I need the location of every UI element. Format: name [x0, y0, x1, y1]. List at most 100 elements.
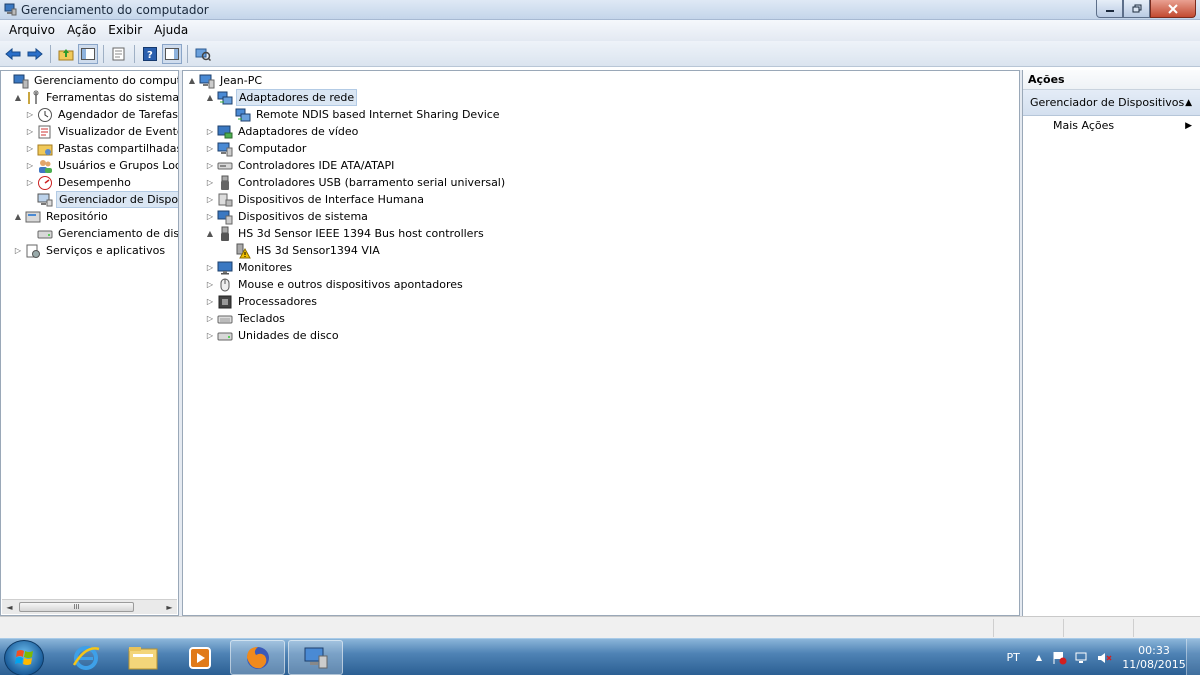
shared-folder-icon [37, 141, 53, 157]
device-node[interactable]: ▲ HS 3d Sensor IEEE 1394 Bus host control… [205, 225, 486, 242]
actions-section-label: Gerenciador de Dispositivos [1030, 96, 1185, 109]
console-tree-node[interactable]: ▷ Pastas compartilhadas [25, 140, 178, 157]
show-hide-action-pane-button[interactable] [162, 43, 182, 64]
shared-folder-icon [37, 144, 53, 155]
scroll-thumb[interactable]: III [19, 602, 134, 612]
start-button[interactable] [4, 640, 44, 675]
expand-arrow-icon[interactable]: ▷ [205, 212, 215, 221]
expand-arrow-icon[interactable]: ▷ [205, 280, 215, 289]
device-node[interactable]: ▷ Dispositivos de Interface Humana [205, 191, 426, 208]
show-desktop-button[interactable] [1186, 639, 1200, 675]
close-button[interactable] [1150, 0, 1196, 18]
up-button[interactable] [56, 44, 76, 64]
console-tree-node[interactable]: Gerenciamento de disco [25, 225, 178, 242]
device-node[interactable]: ▲ Jean-PC [187, 72, 264, 89]
expand-arrow-icon[interactable]: ▷ [205, 263, 215, 272]
console-tree-node[interactable]: Gerenciador de Disposit [25, 191, 178, 208]
device-label: Jean-PC [220, 74, 263, 87]
show-hidden-icons-icon[interactable]: ▲ [1036, 653, 1042, 662]
disk-drive-icon [217, 328, 233, 344]
menu-acao[interactable]: Ação [61, 20, 102, 41]
clock-date: 11/08/2015 [1122, 657, 1186, 671]
monitor-icon [217, 260, 233, 276]
back-button[interactable] [3, 44, 23, 64]
collapse-arrow-icon[interactable]: ▲ [13, 212, 23, 221]
export-list-button[interactable] [109, 44, 129, 64]
device-node[interactable]: ▷ Teclados [205, 310, 287, 327]
expand-arrow-icon[interactable]: ▷ [205, 195, 215, 204]
device-node[interactable]: ▷ Computador [205, 140, 308, 157]
collapse-arrow-icon[interactable]: ▲ [13, 93, 23, 102]
clock[interactable]: 00:33 11/08/2015 [1122, 644, 1186, 672]
expand-arrow-icon[interactable]: ▷ [205, 144, 215, 153]
device-node[interactable]: ▷ Mouse e outros dispositivos apontadores [205, 276, 465, 293]
scroll-left-icon[interactable]: ◄ [2, 600, 17, 614]
device-tree-pane[interactable]: ▲ Jean-PC ▲ Adaptadores de rede Remote NDIS … [182, 70, 1020, 616]
expand-arrow-icon[interactable]: ▷ [205, 127, 215, 136]
console-tree-node[interactable]: ▷ Desempenho [25, 174, 133, 191]
device-node[interactable]: Remote NDIS based Internet Sharing Devic… [223, 106, 502, 123]
expand-arrow-icon[interactable]: ▷ [25, 161, 35, 170]
collapse-arrow-icon[interactable]: ▲ [187, 76, 197, 85]
computer-icon [217, 141, 233, 157]
language-indicator[interactable]: PT [1006, 651, 1019, 664]
console-tree-node[interactable]: ▷ Usuários e Grupos Loca [25, 157, 178, 174]
expand-arrow-icon[interactable]: ▷ [205, 297, 215, 306]
volume-muted-icon[interactable] [1096, 651, 1112, 665]
expand-arrow-icon[interactable]: ▷ [25, 127, 35, 136]
menu-ajuda[interactable]: Ajuda [148, 20, 194, 41]
device-node[interactable]: ▷ Controladores USB (barramento serial un… [205, 174, 507, 191]
taskbar-computer-management[interactable] [288, 640, 343, 675]
warning-device-icon [236, 243, 251, 258]
console-tree-node[interactable]: ▷ Serviços e aplicativos [13, 242, 167, 259]
console-tree-node[interactable]: ▷ Agendador de Tarefas [25, 106, 178, 123]
device-node[interactable]: ▷ Monitores [205, 259, 294, 276]
title-bar[interactable]: Gerenciamento do computador [0, 0, 1200, 20]
device-node[interactable]: ▷ Processadores [205, 293, 319, 310]
expand-arrow-icon[interactable]: ▷ [205, 314, 215, 323]
device-node[interactable]: ▷ Adaptadores de vídeo [205, 123, 360, 140]
menu-exibir[interactable]: Exibir [102, 20, 148, 41]
expand-arrow-icon[interactable]: ▷ [25, 178, 35, 187]
expand-arrow-icon[interactable]: ▷ [205, 331, 215, 340]
forward-button[interactable] [25, 44, 45, 64]
collapse-arrow-icon[interactable]: ▲ [205, 229, 215, 238]
expand-arrow-icon[interactable]: ▷ [25, 144, 35, 153]
console-tree-label: Desempenho [58, 176, 131, 189]
taskbar-firefox[interactable] [230, 640, 285, 675]
expand-arrow-icon[interactable]: ▷ [25, 110, 35, 119]
users-icon [37, 158, 53, 174]
device-node[interactable]: ▷ Unidades de disco [205, 327, 341, 344]
console-tree-node[interactable]: Gerenciamento do computado [1, 72, 178, 89]
console-tree-node[interactable]: ▲ Repositório [13, 208, 110, 225]
more-actions-item[interactable]: Mais Ações ▶ [1023, 116, 1200, 136]
show-hide-tree-button[interactable] [78, 43, 98, 64]
expand-arrow-icon[interactable]: ▷ [205, 161, 215, 170]
scan-hardware-button[interactable] [193, 44, 213, 64]
help-button[interactable]: ? [140, 44, 160, 64]
device-node[interactable]: HS 3d Sensor1394 VIA [223, 242, 382, 259]
restore-button[interactable] [1123, 0, 1150, 18]
console-tree-node[interactable]: ▲ Ferramentas do sistema [13, 89, 178, 106]
expand-arrow-icon[interactable]: ▷ [205, 178, 215, 187]
taskbar-internet-explorer[interactable] [58, 640, 113, 675]
scroll-right-icon[interactable]: ► [162, 600, 177, 614]
menu-arquivo[interactable]: Arquivo [3, 20, 61, 41]
expand-arrow-icon[interactable]: ▷ [13, 246, 23, 255]
actions-section-device-manager[interactable]: Gerenciador de Dispositivos ▲ [1023, 90, 1200, 116]
horizontal-scrollbar[interactable]: ◄ III ► [2, 599, 177, 614]
collapse-up-icon[interactable]: ▲ [1185, 90, 1192, 116]
device-node[interactable]: ▲ Adaptadores de rede [205, 89, 358, 106]
minimize-button[interactable] [1096, 0, 1123, 18]
taskbar-file-explorer[interactable] [115, 640, 170, 675]
toolbar-separator [187, 44, 188, 63]
device-node[interactable]: ▷ Dispositivos de sistema [205, 208, 370, 225]
toolbar: ? [0, 41, 1200, 67]
network-icon[interactable] [1074, 651, 1090, 665]
collapse-arrow-icon[interactable]: ▲ [205, 93, 215, 102]
taskbar-media-player[interactable] [172, 640, 227, 675]
device-node[interactable]: ▷ Controladores IDE ATA/ATAPI [205, 157, 396, 174]
console-tree-pane[interactable]: Gerenciamento do computado ▲ Ferramentas d… [0, 70, 179, 616]
action-center-flag-icon[interactable] [1052, 651, 1068, 665]
console-tree-node[interactable]: ▷ Visualizador de Eventos [25, 123, 178, 140]
